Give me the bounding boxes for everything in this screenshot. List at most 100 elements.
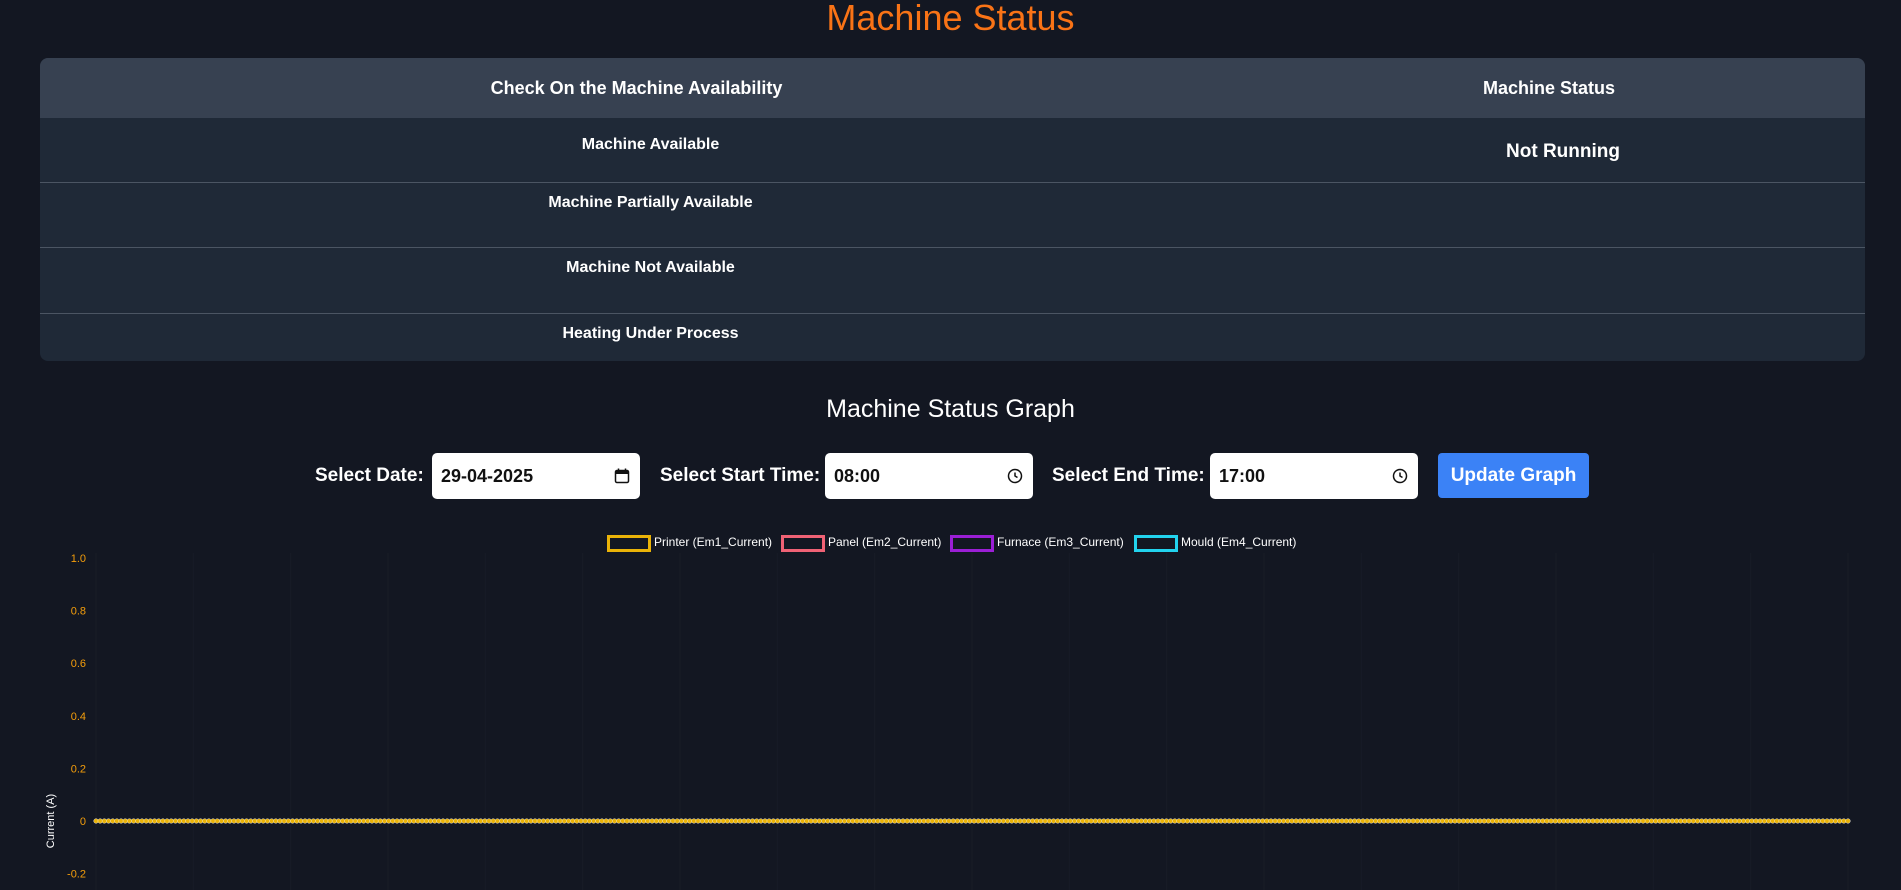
data-point (453, 818, 459, 824)
data-point (632, 818, 638, 824)
data-point (1674, 818, 1680, 824)
data-point (1230, 818, 1236, 824)
data-point (825, 818, 831, 824)
data-point (168, 818, 174, 824)
data-point (1590, 818, 1596, 824)
data-point (1556, 818, 1562, 824)
data-point (586, 818, 592, 824)
data-point (599, 818, 605, 824)
data-point (862, 818, 868, 824)
data-point (1318, 818, 1324, 824)
data-point (741, 818, 747, 824)
graph-controls: Select Date: 29-04-2025 Select Start Tim… (0, 453, 1901, 499)
data-point (1347, 818, 1353, 824)
end-time-input[interactable]: 17:00 (1210, 453, 1418, 499)
data-point (365, 818, 371, 824)
data-point (1448, 818, 1454, 824)
data-point (783, 818, 789, 824)
data-point (545, 818, 551, 824)
data-point (1327, 818, 1333, 824)
data-point (942, 818, 948, 824)
data-point (1205, 818, 1211, 824)
update-graph-button[interactable]: Update Graph (1438, 453, 1589, 498)
data-point (657, 818, 663, 824)
data-point (344, 818, 350, 824)
data-point (1791, 818, 1797, 824)
data-point (1690, 818, 1696, 824)
data-point (1255, 818, 1261, 824)
data-point (1740, 818, 1746, 824)
data-point (954, 818, 960, 824)
data-point (1080, 818, 1086, 824)
data-point (310, 818, 316, 824)
table-header: Check On the Machine Availability Machin… (40, 58, 1865, 118)
data-point (490, 818, 496, 824)
data-point (611, 818, 617, 824)
data-point (938, 818, 944, 824)
data-point (1134, 818, 1140, 824)
clock-icon[interactable] (1392, 468, 1408, 484)
data-point (925, 818, 931, 824)
data-point (407, 818, 413, 824)
data-point (1423, 818, 1429, 824)
y-tick-label: -0.2 (67, 869, 86, 881)
data-point (816, 818, 822, 824)
data-point (1820, 818, 1826, 824)
data-point (1615, 818, 1621, 824)
data-point (160, 818, 166, 824)
y-tick-label: 0.2 (71, 763, 86, 775)
data-point (1753, 818, 1759, 824)
data-point (1038, 818, 1044, 824)
data-point (260, 818, 266, 824)
data-point (913, 818, 919, 824)
data-point (1582, 818, 1588, 824)
data-point (252, 818, 258, 824)
data-point (900, 818, 906, 824)
start-time-input[interactable]: 08:00 (825, 453, 1033, 499)
data-point (766, 818, 772, 824)
data-point (591, 818, 597, 824)
data-point (331, 818, 337, 824)
data-point (302, 818, 308, 824)
data-point (1306, 818, 1312, 824)
data-point (532, 818, 538, 824)
data-point (607, 818, 613, 824)
start-time-value: 08:00 (834, 466, 881, 486)
data-point (1293, 818, 1299, 824)
data-point (1172, 818, 1178, 824)
data-point (1180, 818, 1186, 824)
data-point (724, 818, 730, 824)
data-point (390, 818, 396, 824)
data-point (239, 818, 245, 824)
data-point (1322, 818, 1328, 824)
data-point (1147, 818, 1153, 824)
data-point (1101, 818, 1107, 824)
data-point (1398, 818, 1404, 824)
clock-icon[interactable] (1007, 468, 1023, 484)
calendar-icon[interactable] (614, 468, 630, 484)
data-point (1644, 818, 1650, 824)
data-point (603, 818, 609, 824)
data-point (745, 818, 751, 824)
data-point (887, 818, 893, 824)
data-point (904, 818, 910, 824)
data-point (97, 818, 103, 824)
data-point (465, 818, 471, 824)
data-point (1364, 818, 1370, 824)
data-point (1686, 818, 1692, 824)
data-point (1812, 818, 1818, 824)
data-point (1464, 818, 1470, 824)
date-label: Select Date: (315, 465, 424, 486)
data-point (1770, 818, 1776, 824)
date-value: 29-04-2025 (441, 466, 534, 486)
data-point (511, 818, 517, 824)
data-point (189, 818, 195, 824)
data-point (683, 818, 689, 824)
data-point (273, 818, 279, 824)
data-point (1235, 818, 1241, 824)
status-value (1261, 248, 1865, 313)
data-point (1594, 818, 1600, 824)
data-point (290, 818, 296, 824)
date-input[interactable]: 29-04-2025 (432, 453, 640, 499)
data-point (361, 818, 367, 824)
